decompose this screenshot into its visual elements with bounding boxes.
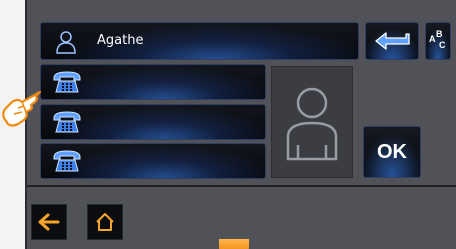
abc-letter-c: C (439, 40, 446, 50)
backspace-button[interactable] (365, 22, 419, 60)
abc-keyboard-icon: A B C (428, 28, 448, 54)
abc-letter-a: A (429, 34, 436, 44)
nav-home-button[interactable] (87, 204, 123, 240)
keyboard-abc-button[interactable]: A B C (425, 22, 451, 60)
nav-back-button[interactable] (31, 204, 67, 240)
intercom-screen: Agathe A B C OK (25, 0, 456, 249)
abc-letter-b: B (436, 29, 443, 39)
person-icon (56, 31, 76, 54)
divider (27, 185, 456, 187)
home-icon (96, 213, 114, 231)
phone-icon (53, 111, 81, 133)
scroll-down-tab[interactable] (219, 239, 249, 249)
ok-label: OK (377, 140, 407, 163)
phone-entry-2[interactable] (40, 104, 266, 140)
back-arrow-icon (38, 213, 60, 231)
avatar-placeholder-icon (286, 87, 338, 161)
phone-icon (53, 71, 81, 93)
ok-button[interactable]: OK (363, 126, 421, 178)
contact-photo (271, 66, 353, 178)
contact-name-field[interactable]: Agathe (40, 22, 359, 60)
contact-name: Agathe (97, 33, 144, 48)
phone-entry-1[interactable] (40, 64, 266, 100)
phone-entry-3[interactable] (40, 143, 266, 179)
pointing-hand-icon (2, 90, 42, 127)
phone-icon (53, 150, 81, 172)
back-arrow-icon (375, 32, 410, 50)
